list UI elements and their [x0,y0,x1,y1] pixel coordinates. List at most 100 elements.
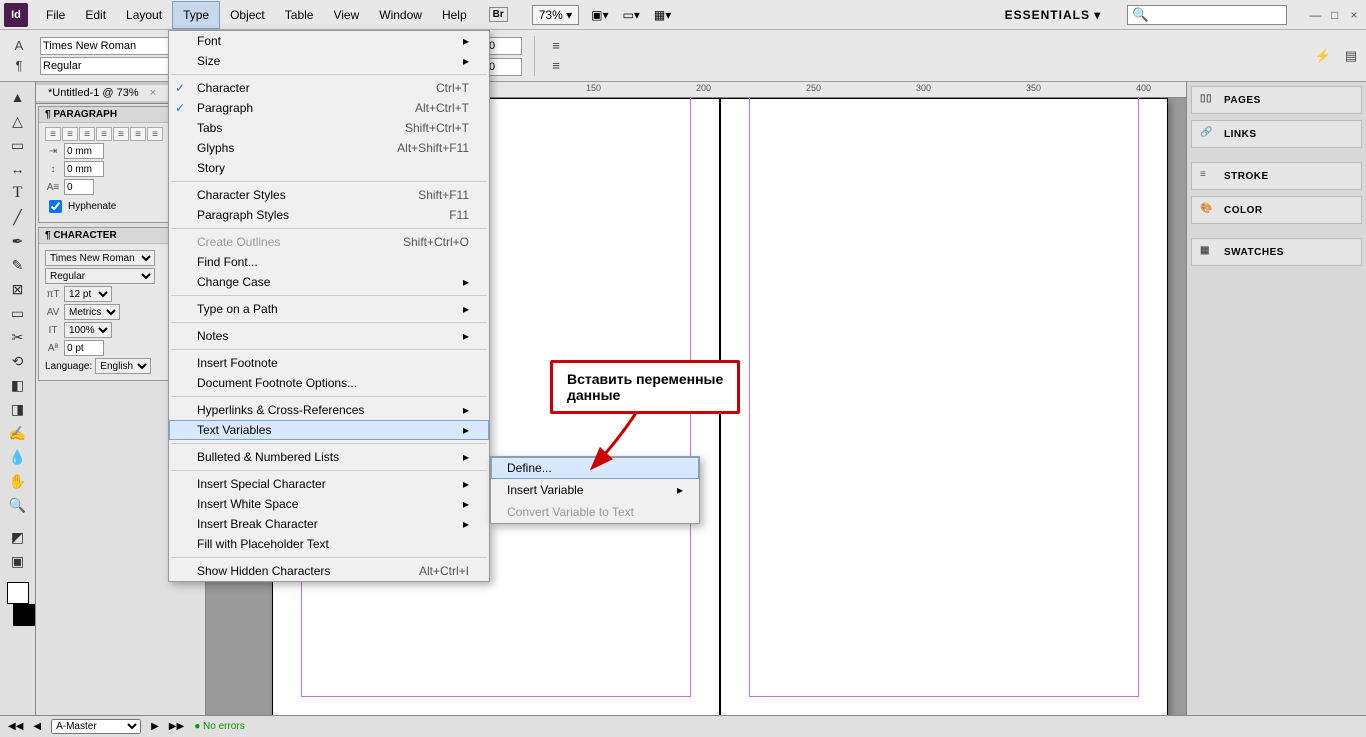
page-next-one-icon[interactable]: ▶ [151,721,159,732]
quick-apply-icon[interactable]: ⚡ [1314,47,1332,65]
type-tool[interactable]: T [5,182,31,204]
menu-paragraph-styles[interactable]: Paragraph StylesF11 [169,205,489,225]
fill-swatch[interactable] [7,582,29,604]
rectangle-frame-tool[interactable]: ⊠ [5,278,31,300]
selection-tool[interactable]: ▲ [5,86,31,108]
menu-size[interactable]: Size▸ [169,51,489,71]
menu-find-font[interactable]: Find Font... [169,252,489,272]
view-mode-icon[interactable]: ▣▾ [591,8,608,22]
char-style-select[interactable]: Regular [45,268,155,284]
menu-insert-footnote[interactable]: Insert Footnote [169,353,489,373]
stroke-swatch[interactable] [13,604,35,626]
menu-glyphs[interactable]: GlyphsAlt+Shift+F11 [169,138,489,158]
direct-selection-tool[interactable]: △ [5,110,31,132]
fill-stroke-toggle[interactable]: ◩ [5,526,31,548]
help-search-input[interactable] [1127,5,1287,25]
menu-file[interactable]: File [36,2,75,28]
apply-color-icon[interactable]: ▣ [5,550,31,572]
numbers-icon[interactable]: ≡ [547,57,565,75]
justify-right-icon[interactable]: ≡ [130,127,146,141]
panel-menu-icon[interactable]: ▤ [1342,47,1360,65]
menu-edit[interactable]: Edit [75,2,116,28]
menu-tabs[interactable]: TabsShift+Ctrl+T [169,118,489,138]
char-kern-select[interactable]: Metrics ▾ [64,304,120,320]
char-formatting-icon[interactable]: A [10,37,28,55]
menu-object[interactable]: Object [220,2,275,28]
para-space-before[interactable] [64,161,104,177]
links-panel-button[interactable]: 🔗LINKS [1191,120,1362,148]
zoom-select[interactable]: 73% ▾ [532,5,579,25]
para-dropcap[interactable] [64,179,94,195]
dropcap-lines-input[interactable] [486,37,522,55]
gap-tool[interactable]: ↔ [5,158,31,180]
tab-close-icon[interactable]: × [150,87,156,99]
menu-break-char[interactable]: Insert Break Character▸ [169,514,489,534]
menu-white-space[interactable]: Insert White Space▸ [169,494,489,514]
menu-paragraph[interactable]: ✓ParagraphAlt+Ctrl+T [169,98,489,118]
justify-all-icon[interactable]: ≡ [147,127,163,141]
char-baseline-input[interactable] [64,340,104,356]
restore-icon[interactable]: □ [1327,8,1343,22]
char-font-select[interactable]: Times New Roman [45,250,155,266]
menu-help[interactable]: Help [432,2,477,28]
menu-character[interactable]: ✓CharacterCtrl+T [169,78,489,98]
zoom-tool[interactable]: 🔍 [5,494,31,516]
rectangle-tool[interactable]: ▭ [5,302,31,324]
page-prev-icon[interactable]: ◀◀ [8,721,23,732]
align-left-icon[interactable]: ≡ [45,127,61,141]
free-transform-tool[interactable]: ⟲ [5,350,31,372]
menu-character-styles[interactable]: Character StylesShift+F11 [169,185,489,205]
pen-tool[interactable]: ✒ [5,230,31,252]
menu-special-char[interactable]: Insert Special Character▸ [169,474,489,494]
align-center-icon[interactable]: ≡ [62,127,78,141]
stroke-panel-button[interactable]: ≡STROKE [1191,162,1362,190]
menu-table[interactable]: Table [275,2,324,28]
menu-type[interactable]: Type [172,1,220,29]
page-navigator[interactable]: A-Master [51,719,141,734]
menu-placeholder-text[interactable]: Fill with Placeholder Text [169,534,489,554]
screen-mode-icon[interactable]: ▭▾ [623,8,640,22]
menu-text-variables[interactable]: Text Variables▸ [169,420,489,440]
pencil-tool[interactable]: ✎ [5,254,31,276]
close-icon[interactable]: × [1346,8,1362,22]
workspace-switcher[interactable]: ESSENTIALS ▾ [995,6,1122,24]
menu-notes[interactable]: Notes▸ [169,326,489,346]
menu-font[interactable]: Font▸ [169,31,489,51]
menu-layout[interactable]: Layout [116,2,172,28]
menu-view[interactable]: View [323,2,369,28]
preflight-status[interactable]: ● No errors [194,721,245,732]
hyphenate-checkbox[interactable] [49,200,62,213]
page-next-icon[interactable]: ▶▶ [169,721,184,732]
hand-tool[interactable]: ✋ [5,470,31,492]
menu-footnote-options[interactable]: Document Footnote Options... [169,373,489,393]
justify-center-icon[interactable]: ≡ [113,127,129,141]
menu-type-on-path[interactable]: Type on a Path▸ [169,299,489,319]
minimize-icon[interactable]: — [1307,8,1323,22]
scissors-tool[interactable]: ✂ [5,326,31,348]
menu-change-case[interactable]: Change Case▸ [169,272,489,292]
menu-hyperlinks[interactable]: Hyperlinks & Cross-References▸ [169,400,489,420]
align-right-icon[interactable]: ≡ [79,127,95,141]
menu-window[interactable]: Window [369,2,432,28]
dropcap-chars-input[interactable] [486,58,522,76]
menu-story[interactable]: Story [169,158,489,178]
char-size-select[interactable]: 12 pt [64,286,112,302]
line-tool[interactable]: ╱ [5,206,31,228]
page-prev-one-icon[interactable]: ◀ [33,721,41,732]
color-panel-button[interactable]: 🎨COLOR [1191,196,1362,224]
menu-hidden-chars[interactable]: Show Hidden CharactersAlt+Ctrl+I [169,561,489,581]
bullets-icon[interactable]: ≡ [547,37,565,55]
bridge-icon[interactable]: Br [489,7,508,22]
page-tool[interactable]: ▭ [5,134,31,156]
note-tool[interactable]: ✍ [5,422,31,444]
swatches-panel-button[interactable]: ▦SWATCHES [1191,238,1362,266]
gradient-feather-tool[interactable]: ◨ [5,398,31,420]
char-lang-select[interactable]: English [95,358,151,374]
pages-panel-button[interactable]: ▯▯PAGES [1191,86,1362,114]
eyedropper-tool[interactable]: 💧 [5,446,31,468]
menu-bulleted-lists[interactable]: Bulleted & Numbered Lists▸ [169,447,489,467]
justify-left-icon[interactable]: ≡ [96,127,112,141]
char-scale-select[interactable]: 100% [64,322,112,338]
document-tab[interactable]: *Untitled-1 @ 73% × [36,85,169,101]
para-indent-left[interactable] [64,143,104,159]
